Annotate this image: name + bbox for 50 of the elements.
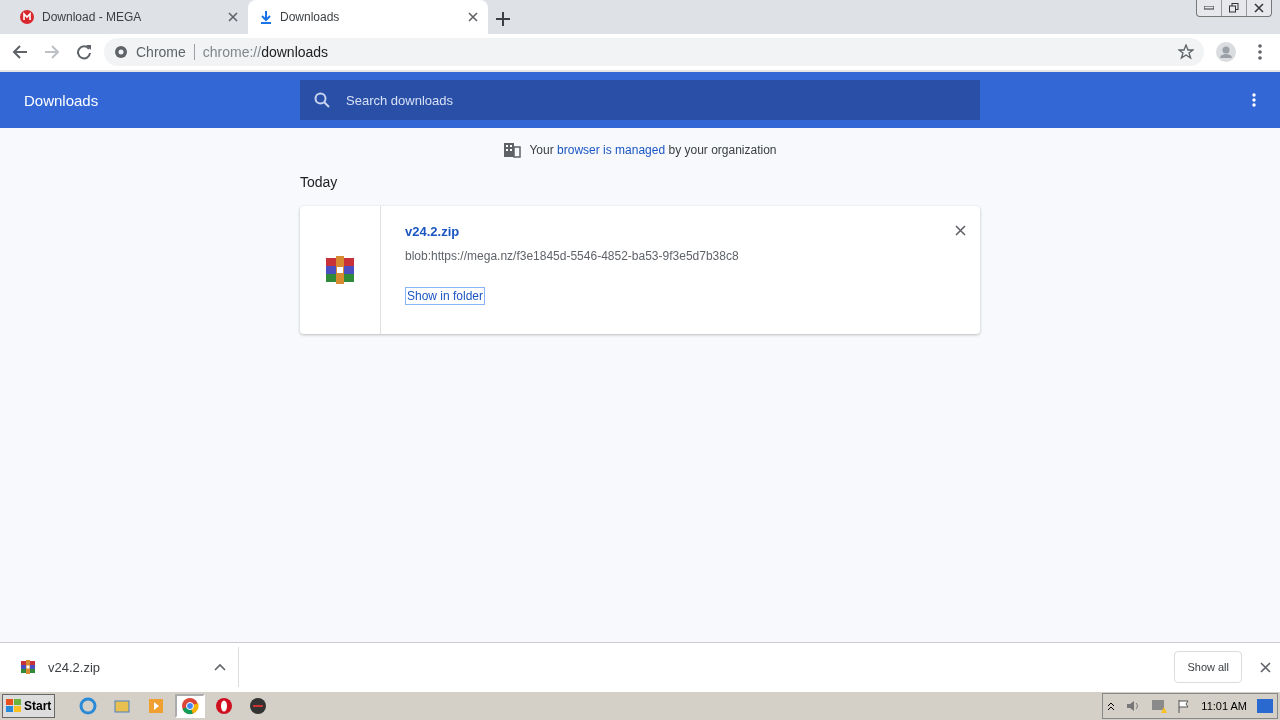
file-name-link[interactable]: v24.2.zip: [405, 224, 460, 239]
managed-link[interactable]: browser is managed: [557, 143, 666, 157]
chrome-icon: [181, 697, 200, 715]
folder-icon: [113, 697, 132, 715]
opera-icon: [215, 697, 234, 715]
windows-logo-icon: [6, 699, 22, 713]
media-player-icon: [147, 697, 166, 715]
close-icon[interactable]: [1259, 661, 1271, 673]
app-icon: [249, 697, 268, 715]
browser-tab[interactable]: Download - MEGA: [8, 0, 248, 34]
taskbar-button[interactable]: [175, 694, 206, 718]
menu-icon[interactable]: [1252, 93, 1256, 107]
site-label: Chrome: [136, 44, 186, 60]
show-all-button[interactable]: Show all: [1174, 651, 1242, 683]
star-icon[interactable]: [1178, 44, 1194, 60]
close-icon[interactable]: [228, 12, 238, 22]
address-bar[interactable]: Chrome chrome://downloads: [104, 38, 1204, 66]
mega-logo-icon: [20, 10, 34, 24]
back-icon[interactable]: [12, 44, 28, 60]
new-tab-icon[interactable]: [496, 12, 510, 26]
building-icon: [503, 142, 522, 158]
download-icon: [260, 10, 272, 24]
url-text: chrome://downloads: [202, 44, 329, 60]
show-in-folder-button[interactable]: Show in folder: [405, 287, 486, 305]
menu-icon[interactable]: [1258, 44, 1262, 60]
caret-icon[interactable]: [214, 663, 226, 671]
archive-icon: [20, 659, 36, 675]
browser-tab[interactable]: Downloads: [248, 0, 488, 34]
chevron-up-icon[interactable]: [1107, 701, 1116, 711]
minimize-icon[interactable]: [1204, 6, 1214, 10]
browser-icon: [79, 697, 98, 715]
restore-icon[interactable]: [1229, 3, 1239, 13]
page-title: Downloads: [24, 91, 100, 109]
chrome-icon: [114, 45, 128, 59]
search-field[interactable]: Search downloads: [344, 91, 966, 109]
close-icon[interactable]: [468, 12, 478, 22]
reload-icon[interactable]: [76, 44, 92, 60]
profile-icon[interactable]: [1216, 42, 1236, 62]
remove-icon[interactable]: [955, 225, 966, 236]
close-icon[interactable]: [1254, 3, 1264, 13]
source-url: blob:https://mega.nz/f3e1845d-5546-4852-ba53-9f3e5d7b38c8: [405, 249, 739, 263]
date-heading: Today: [300, 174, 339, 190]
shelf-file-name[interactable]: v24.2.zip: [48, 659, 202, 675]
clock[interactable]: 11:01 AM: [1201, 700, 1247, 712]
search-field[interactable]: Search downloads: [300, 80, 980, 120]
managed-notice: Your browser is managed by your organization: [529, 143, 777, 157]
flag-icon[interactable]: [1177, 699, 1192, 713]
archive-icon: [324, 254, 356, 286]
start-button[interactable]: Start: [2, 694, 56, 718]
search-icon: [314, 92, 330, 108]
